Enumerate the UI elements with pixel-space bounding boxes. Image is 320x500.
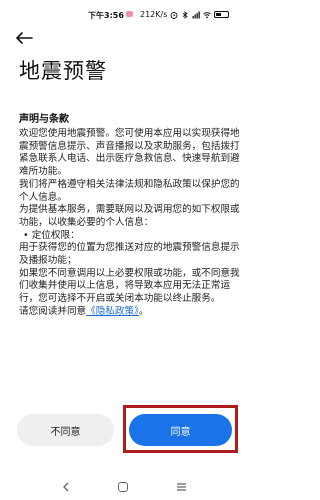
terms-read-line: 请您阅读并同意《隐私政策》。 — [19, 306, 241, 319]
nav-menu-icon[interactable] — [176, 482, 187, 492]
agree-button[interactable]: 同意 — [129, 414, 232, 446]
battery-icon — [214, 11, 230, 18]
read-prefix: 请您阅读并同意 — [19, 305, 87, 317]
signal-icon — [192, 11, 201, 18]
bluetooth-icon — [183, 10, 189, 19]
back-arrow-icon[interactable] — [14, 30, 34, 46]
notification-icon — [126, 11, 133, 17]
read-suffix: 。 — [138, 305, 149, 317]
system-nav-bar — [0, 474, 250, 500]
terms-paragraph: 我们将严格遵守相关法律法规和隐私政策以保护您的个人信息。 — [19, 178, 240, 203]
nav-back-icon[interactable] — [62, 482, 70, 492]
terms-paragraph: 欢迎您使用地震预警。您可使用本应用以实现获得地震预警信息提示、声音播报以及求助服… — [19, 128, 240, 178]
terms-body: 欢迎您使用地震预警。您可使用本应用以实现获得地震预警信息提示、声音播报以及求助服… — [19, 128, 241, 319]
status-bar: 下午3:56 212K/s — [0, 0, 250, 24]
terms-paragraph: 用于获得您的位置为您推送对应的地震预警信息提示及播报功能； — [19, 242, 240, 267]
page-title: 地震预警 — [19, 59, 107, 83]
wifi-icon — [203, 11, 212, 18]
disagree-button[interactable]: 不同意 — [17, 414, 114, 446]
status-time: 下午3:56 — [88, 11, 124, 20]
terms-bullet: • 定位权限： — [23, 229, 80, 241]
alarm-icon — [170, 11, 178, 19]
network-speed: 212K/s — [140, 10, 168, 19]
section-title: 声明与条款 — [19, 114, 69, 125]
nav-home-icon[interactable] — [118, 482, 128, 492]
privacy-policy-link[interactable]: 《隐私政策》 — [86, 306, 139, 317]
terms-paragraph: 如果您不同意调用以上必要权限或功能，或不同意我们收集并使用以上信息，将导致本应用… — [19, 267, 240, 305]
terms-paragraph: 为提供基本服务，需要联网以及调用您的如下权限或功能，以收集必要的个人信息： — [19, 204, 240, 228]
status-indicators: 212K/s — [140, 10, 230, 19]
